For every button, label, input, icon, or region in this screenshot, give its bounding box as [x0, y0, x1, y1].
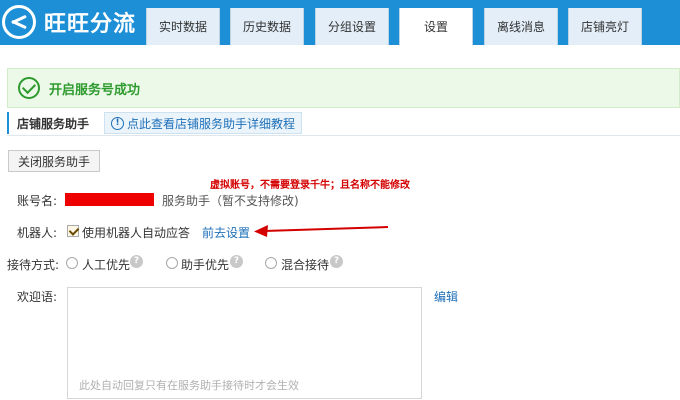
app-header: 旺旺分流 实时数据 历史数据 分组设置 设置 离线消息 店铺亮灯 [0, 0, 680, 45]
edit-welcome-link[interactable]: 编辑 [434, 288, 458, 305]
welcome-label: 欢迎语: [17, 290, 58, 304]
tab-offline-messages[interactable]: 离线消息 [484, 8, 558, 45]
help-question-icon[interactable]: ? [230, 255, 243, 268]
tutorial-link-label: 点此查看店铺服务助手详细教程 [127, 116, 296, 131]
radio-assistant-first-label[interactable]: 助手优先 [181, 256, 229, 273]
account-name-redacted [65, 193, 154, 206]
welcome-message-textarea[interactable]: 此处自动回复只有在服务助手接待时才会生效 [67, 287, 422, 399]
success-banner: 开启服务号成功 [7, 68, 680, 108]
app-logo: 旺旺分流 [0, 3, 136, 41]
radio-assistant-first[interactable] [166, 257, 178, 269]
radio-mixed[interactable] [265, 257, 277, 269]
tab-realtime-data[interactable]: 实时数据 [146, 8, 220, 45]
app-title: 旺旺分流 [44, 12, 137, 37]
info-icon: ! [111, 116, 124, 130]
section-title: 店铺服务助手 [17, 117, 90, 131]
section-accent-bar [7, 112, 9, 134]
go-settings-link[interactable]: 前去设置 [202, 224, 250, 241]
tab-group-settings[interactable]: 分组设置 [315, 8, 389, 45]
close-assistant-button[interactable]: 关闭服务助手 [8, 150, 100, 172]
tab-shop-lights[interactable]: 店铺亮灯 [568, 8, 642, 45]
radio-manual-first-label[interactable]: 人工优先 [82, 256, 130, 273]
account-name-suffix: 服务助手（暂不支持修改) [162, 194, 299, 208]
tab-settings[interactable]: 设置 [399, 8, 473, 45]
welcome-hint: 此处自动回复只有在服务助手接待时才会生效 [79, 379, 299, 392]
robot-checkbox-label[interactable]: 使用机器人自动应答 [82, 224, 190, 241]
check-circle-icon [18, 77, 40, 99]
help-question-icon[interactable]: ? [330, 255, 343, 268]
wangwang-logo-icon [2, 5, 36, 39]
robot-label: 机器人: [17, 226, 58, 240]
success-message: 开启服务号成功 [49, 82, 141, 98]
robot-auto-reply-checkbox[interactable] [67, 225, 79, 237]
account-label: 账号名: [17, 194, 58, 208]
section-header: 店铺服务助手 ! 点此查看店铺服务助手详细教程 [7, 110, 680, 136]
radio-manual-first[interactable] [66, 257, 78, 269]
annotation-note: 虚拟账号，不需要登录千牛；且名称不能修改 [210, 180, 410, 191]
help-question-icon[interactable]: ? [130, 255, 143, 268]
reception-label: 接待方式: [7, 258, 60, 272]
annotation-arrow-icon [254, 225, 389, 237]
tutorial-link[interactable]: ! 点此查看店铺服务助手详细教程 [104, 112, 303, 134]
radio-mixed-label[interactable]: 混合接待 [281, 256, 329, 273]
tab-history-data[interactable]: 历史数据 [230, 8, 304, 45]
